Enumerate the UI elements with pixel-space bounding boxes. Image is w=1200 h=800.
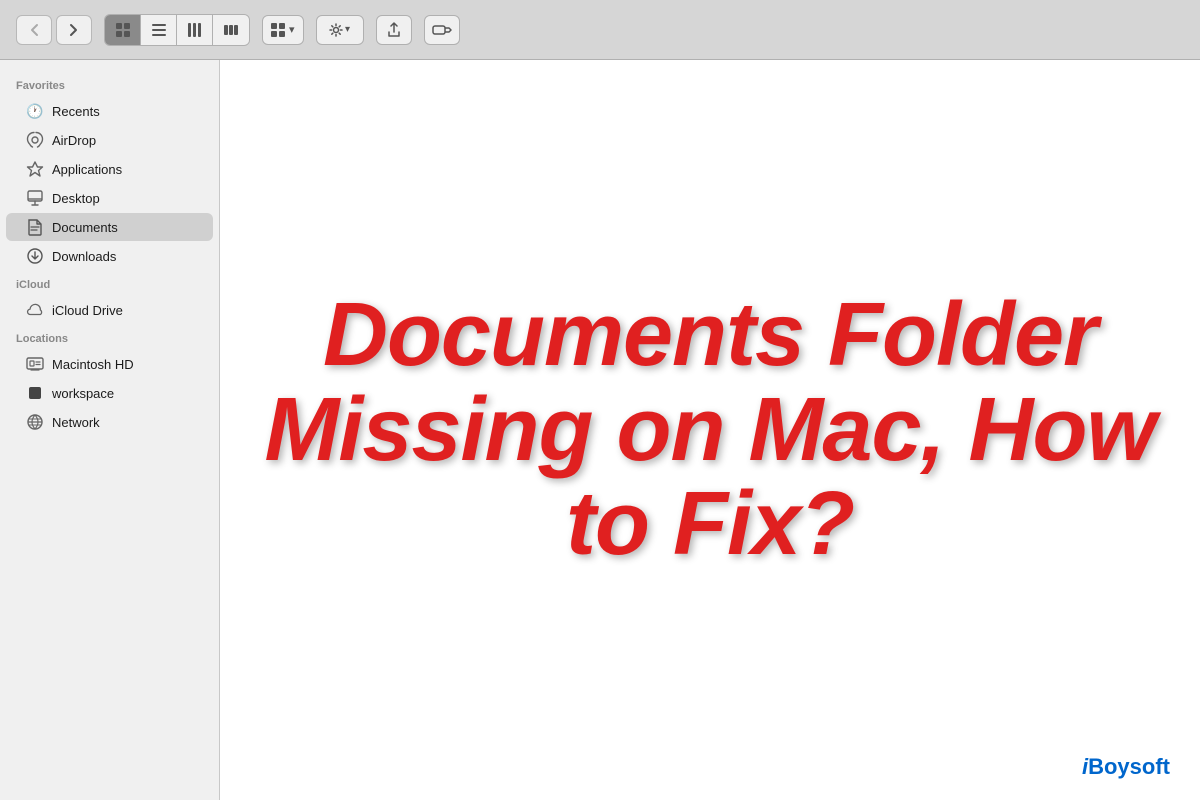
documents-icon (26, 218, 44, 236)
overlay-text: Documents Folder Missing on Mac, How to … (220, 60, 1200, 800)
applications-icon (26, 160, 44, 178)
forward-button[interactable] (56, 15, 92, 45)
sidebar-favorites-header: Favorites (0, 72, 219, 96)
sidebar-item-documents[interactable]: Documents (6, 213, 213, 241)
sidebar-item-icloud-drive-label: iCloud Drive (52, 303, 123, 318)
nav-buttons (16, 15, 92, 45)
share-button[interactable] (376, 15, 412, 45)
downloads-icon (26, 247, 44, 265)
sidebar-locations-header: Locations (0, 325, 219, 349)
view-options-dropdown[interactable]: ▾ (262, 15, 304, 45)
sidebar-item-macintosh-hd[interactable]: Macintosh HD (6, 350, 213, 378)
workspace-icon (26, 384, 44, 402)
view-gallery-button[interactable] (213, 15, 249, 45)
desktop-icon (26, 189, 44, 207)
view-list-button[interactable] (141, 15, 177, 45)
brand-rest: Boysoft (1088, 754, 1170, 779)
tag-button[interactable] (424, 15, 460, 45)
sidebar-item-applications-label: Applications (52, 162, 122, 177)
sidebar-item-airdrop[interactable]: AirDrop (6, 126, 213, 154)
gear-dropdown-arrow: ▾ (345, 24, 350, 35)
content-pane: Documents Folder Missing on Mac, How to … (220, 60, 1200, 800)
sidebar-item-icloud-drive[interactable]: iCloud Drive (6, 296, 213, 324)
network-icon (26, 413, 44, 431)
view-toggle-group (104, 14, 250, 46)
toolbar: ▾ ▾ (0, 0, 1200, 60)
macintosh-hd-icon (26, 355, 44, 373)
gear-button[interactable]: ▾ (316, 15, 364, 45)
sidebar-item-downloads-label: Downloads (52, 249, 116, 264)
brand-logo: iBoysoft (1082, 754, 1170, 780)
sidebar-item-recents-label: Recents (52, 104, 100, 119)
dropdown-arrow-icon: ▾ (289, 23, 295, 36)
sidebar-item-recents[interactable]: Recents (6, 97, 213, 125)
sidebar-item-desktop-label: Desktop (52, 191, 100, 206)
recent-icon (26, 102, 44, 120)
sidebar-item-workspace[interactable]: workspace (6, 379, 213, 407)
main-headline: Documents Folder Missing on Mac, How to … (220, 268, 1200, 592)
sidebar-item-desktop[interactable]: Desktop (6, 184, 213, 212)
sidebar-item-workspace-label: workspace (52, 386, 114, 401)
sidebar-item-applications[interactable]: Applications (6, 155, 213, 183)
airdrop-icon (26, 131, 44, 149)
back-button[interactable] (16, 15, 52, 45)
main-content: Favorites Recents AirDrop (0, 60, 1200, 800)
sidebar-item-macintosh-hd-label: Macintosh HD (52, 357, 134, 372)
view-grid-button[interactable] (105, 15, 141, 45)
sidebar: Favorites Recents AirDrop (0, 60, 220, 800)
sidebar-item-network[interactable]: Network (6, 408, 213, 436)
sidebar-item-downloads[interactable]: Downloads (6, 242, 213, 270)
icloud-drive-icon (26, 301, 44, 319)
sidebar-item-documents-label: Documents (52, 220, 118, 235)
sidebar-icloud-header: iCloud (0, 271, 219, 295)
sidebar-item-network-label: Network (52, 415, 100, 430)
sidebar-item-airdrop-label: AirDrop (52, 133, 96, 148)
view-columns-button[interactable] (177, 15, 213, 45)
